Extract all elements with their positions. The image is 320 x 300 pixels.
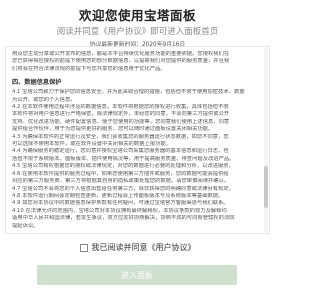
agreement-scroll-thumb[interactable] [264,166,268,208]
agreement-scroll-box[interactable]: 用及您主动分享或公开发布的信息，都是本平台持续优化服务功能的重要依据。您授权我们… [5,46,270,234]
agreement-line: 适用中华人民共和国法律，若发生争议，双方应友好协商解决，协商不成的可向有管辖权的… [12,215,235,222]
agreement-line: 4.4 为确保服务的稳定运行，您同意并授权宝塔公司采集您服务器的基本信息和运行日… [12,148,229,155]
agreement-line: 4.9 如您对本协议中的数据信息保护条款有任何疑问，可通过宝塔官方客服渠道与我们… [12,200,229,207]
agreement-line: 本软件将对用户信息进行严格保密，除法律规定外，未经您的同意，不会向第三方提供或公… [12,111,230,118]
agreement-line: 您已获得相应授权的前提下使用您的部分数据信息，以提高我们对您提供的服务质量，并且… [12,58,230,65]
agreement-line: 对应的第三方服务商，第三方将根据其自身的隐私政策处理您的数据，请您审慎阅读并确认… [12,178,230,185]
agreement-line: 4.8 本软件运行期间会定期检查更新，更新过程会上传面板版本号及系统版本等基础数… [12,192,224,199]
page-title: 欢迎您使用宝塔面板 [78,8,196,23]
agreement-line: 4.1 宝塔公司致力于保护您的信息安全，并为此采取合理的措施，包括但不限于使用加… [12,89,245,96]
agreement-content: 用及您主动分享或公开发布的信息，都是本平台持续优化服务功能的重要依据。您授权我们… [6,47,269,230]
page-subtitle: 阅读并同意《用户协议》即可进入面板首页 [56,27,219,37]
enter-panel-button[interactable]: 进入面板 [37,265,237,285]
agreement-line: 4.5 宝塔公司有权根据您的授权或法律规定，对您的数据进行必要的处理和分析，以改… [12,163,234,170]
agreement-line: 们将会在符合法律法规的前提下与您共享您的信息用于优化产品。 [12,65,166,72]
agreement-line: 括但不限于系统版本、面板版本、插件使用情况等，用于提高服务质量、排查问题及改进产… [12,155,235,162]
agreement-line: 提供给合作伙伴，用于为您提供更好的服务，您可以随时通过面板设置关闭相关功能。 [12,126,214,133]
agreement-line: 4.3 为确保本软件的正常运行及安全，我们会收集您的服务器运行状态数据，如您不同… [12,133,229,140]
user-agreement-page: 欢迎您使用宝塔面板 阅读并同意《用户协议》即可进入面板首页 协议最新更新时间：2… [0,0,275,300]
agreement-line: 用及您主动分享或公开发布的信息，都是本平台持续优化服务功能的重要依据。您授权我们… [12,51,230,57]
agreement-line: 可以选择不使用本软件，或在软件设置中关闭相关的数据上报功能。 [12,141,171,148]
consent-label[interactable]: 我已阅读并同意《用户协议》 [92,242,196,253]
agreement-line: 提起诉讼。 [12,222,39,229]
section-heading: 四、数据信息保护 [12,79,62,87]
agreement-line: 为公开、或您的个人信息。 [12,96,76,103]
agreement-scrollbar[interactable] [264,48,268,232]
agreement-line: 支持、优化改进功能、硬件配置信息、便于您使用的功能等，您同意我们使用上述信息，同… [12,118,230,125]
agreement-line: 4.7 宝塔公司不会将您的个人信息出售给任何第三方，除非获得您的明确同意或法律另… [12,185,234,192]
agreement-line: 4.2 在本软件使用过程中涉及的数据信息，本软件将根据您的授权进行收集，具体包括… [12,104,229,111]
agreement-line: 4.10 在法律允许的范围内，宝塔公司对本协议拥有最终解释权，本协议条款的效力及… [12,207,227,214]
consent-row[interactable]: 我已阅读并同意《用户协议》 [0,242,275,253]
header: 欢迎您使用宝塔面板 阅读并同意《用户协议》即可进入面板首页 协议最新更新时间：2… [0,0,275,49]
agreement-line: 4.6 在使用本软件提供的服务过程中，如果您使用第三方插件或服务，您的数据可能会… [12,170,229,177]
consent-checkbox[interactable] [79,243,88,252]
